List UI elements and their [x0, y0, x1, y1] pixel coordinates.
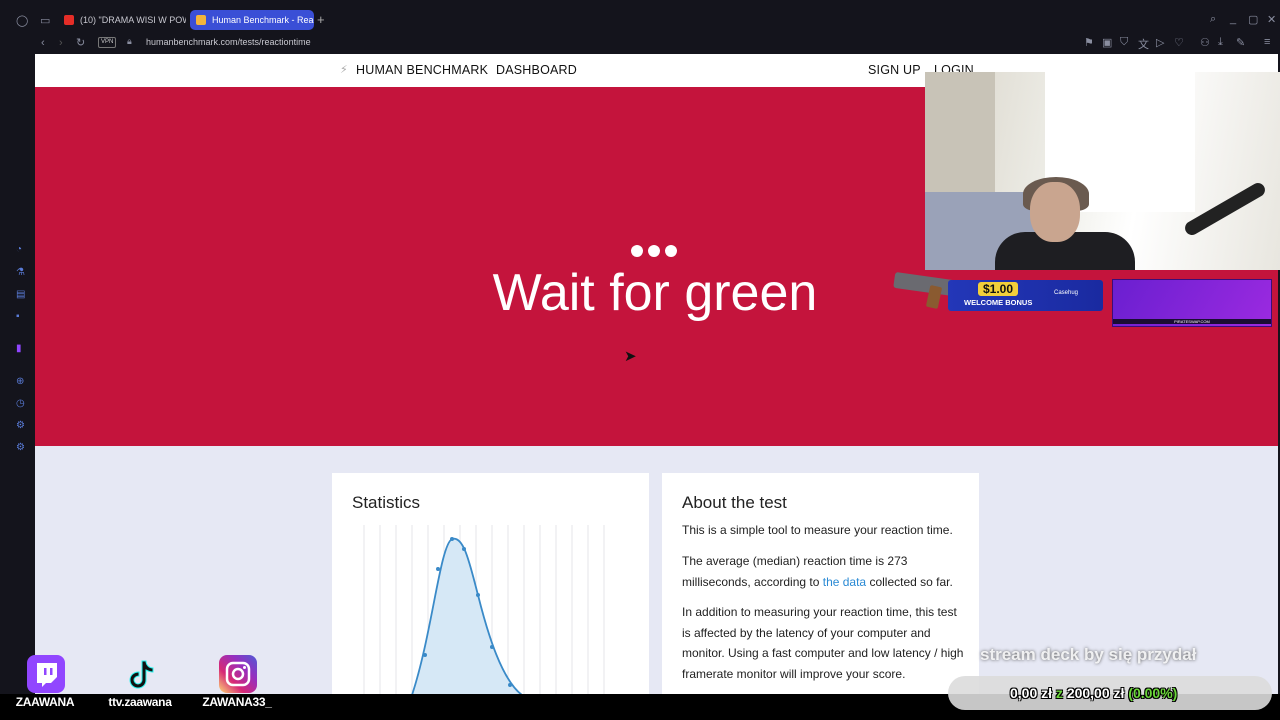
- url-field[interactable]: humanbenchmark.com/tests/reactiontime: [146, 37, 311, 47]
- sidebar-settings-icon[interactable]: ⚙: [16, 442, 25, 453]
- sponsor-banner-purple: PIRATESWAP.COM: [1112, 279, 1272, 327]
- about-paragraph-2: The average (median) reaction time is 27…: [682, 554, 953, 589]
- reaction-distribution-chart: [363, 525, 605, 694]
- banner-subtitle: WELCOME BONUS: [964, 298, 1033, 307]
- heart-icon[interactable]: ♡: [1174, 36, 1184, 49]
- shield-icon[interactable]: ⛉: [1120, 36, 1128, 49]
- tab-label: (10) "DRAMA WISI W POW: [80, 15, 186, 25]
- waiting-dots-icon: [631, 245, 677, 257]
- social-tiktok: ttv.zaawana: [108, 655, 172, 715]
- sidebar-wallet-icon[interactable]: ▤: [16, 289, 25, 300]
- webcam-feed: [925, 72, 1280, 270]
- sidebar-extensions-icon[interactable]: ⚙: [16, 420, 25, 431]
- about-paragraph-3: In addition to measuring your reaction t…: [682, 605, 964, 681]
- download-icon[interactable]: ⤓: [1218, 36, 1223, 49]
- sign-up-link[interactable]: SIGN UP: [868, 63, 921, 77]
- sidebar-history-icon[interactable]: ◔: [16, 244, 22, 255]
- sidebar-twitch-icon[interactable]: ▮: [16, 343, 22, 354]
- menu-icon[interactable]: ≡: [1264, 36, 1270, 48]
- donation-goal-title: stream deck by się przydał: [980, 645, 1197, 664]
- instagram-handle: ZAWANA33_: [202, 695, 272, 709]
- purple-banner-label: PIRATESWAP.COM: [1113, 319, 1271, 324]
- minimize-icon[interactable]: _: [1230, 13, 1236, 25]
- tab-label: Human Benchmark - Reac: [212, 15, 314, 25]
- banner-brand: Casehug: [1054, 290, 1079, 296]
- twitch-icon: [27, 655, 65, 693]
- about-title: About the test: [682, 493, 787, 512]
- the-data-link[interactable]: the data: [823, 575, 866, 589]
- vpn-badge[interactable]: VPN: [98, 37, 117, 48]
- social-twitch: ZAAWANA: [15, 655, 75, 715]
- banner-amount: $1.00: [978, 282, 1019, 296]
- lock-icon: 🔒︎: [127, 36, 132, 46]
- tiktok-handle: ttv.zaawana: [108, 695, 172, 709]
- tab-human-benchmark[interactable]: Human Benchmark - Reac: [190, 10, 314, 30]
- browser-tab-bar: ◯ ▭ (10) "DRAMA WISI W POW Human Benchma…: [0, 0, 1280, 33]
- mouse-cursor-icon: ➤: [624, 348, 637, 365]
- tab-youtube[interactable]: (10) "DRAMA WISI W POW: [58, 10, 186, 30]
- maximize-icon[interactable]: ▢: [1248, 13, 1258, 26]
- about-paragraph-1: This is a simple tool to measure your re…: [682, 523, 953, 537]
- reload-icon[interactable]: ↻: [76, 36, 85, 49]
- close-icon[interactable]: ✕: [1267, 13, 1276, 26]
- lightning-logo-icon: ⚡︎: [340, 64, 348, 76]
- sponsor-banner: $1.00 WELCOME BONUS Casehug: [948, 280, 1103, 311]
- search-icon[interactable]: ⌕: [1210, 13, 1216, 26]
- translate-icon[interactable]: 文: [1138, 36, 1149, 52]
- tab-workspace-icon[interactable]: ▭: [40, 14, 50, 27]
- play-icon[interactable]: ▷: [1156, 36, 1164, 49]
- browser-sidebar: ◔ ⚗ ▤ ▪ ▮ ⊕ ◷ ⚙ ⚙: [0, 54, 35, 694]
- back-icon[interactable]: ‹: [41, 37, 45, 49]
- microphone-icon: [1182, 180, 1268, 238]
- account-icon[interactable]: ⚇: [1200, 36, 1210, 49]
- social-instagram: ZAWANA33_: [202, 655, 272, 715]
- instagram-icon: [219, 655, 257, 693]
- donation-goal-progress: 0,00 zł z 200,00 zł (0.00%): [1010, 685, 1178, 701]
- statistics-title: Statistics: [352, 493, 421, 512]
- dashboard-link[interactable]: DASHBOARD: [496, 63, 577, 77]
- screen: ◯ ▭ (10) "DRAMA WISI W POW Human Benchma…: [0, 0, 1280, 720]
- opera-logo-icon[interactable]: ◯: [16, 14, 28, 27]
- twitch-handle: ZAAWANA: [15, 695, 75, 709]
- sidebar-flask-icon[interactable]: ⚗: [16, 267, 25, 278]
- ai-icon[interactable]: ✎: [1236, 36, 1245, 49]
- about-card: About the test This is a simple tool to …: [662, 473, 979, 694]
- sidebar-messenger-icon[interactable]: ▪: [16, 311, 20, 322]
- human-benchmark-favicon-icon: [196, 15, 206, 25]
- youtube-favicon-icon: [64, 15, 74, 25]
- brand-link[interactable]: HUMAN BENCHMARK: [356, 63, 488, 77]
- new-tab-button[interactable]: +: [317, 12, 325, 27]
- snapshot-icon[interactable]: ▣: [1102, 36, 1112, 49]
- bookmark-icon[interactable]: ⚑: [1084, 36, 1094, 49]
- forward-icon[interactable]: ›: [59, 37, 63, 49]
- tiktok-icon: [122, 655, 160, 693]
- statistics-card: Statistics: [332, 473, 649, 694]
- sidebar-clock-icon[interactable]: ◷: [16, 398, 25, 409]
- sidebar-add-icon[interactable]: ⊕: [16, 376, 24, 387]
